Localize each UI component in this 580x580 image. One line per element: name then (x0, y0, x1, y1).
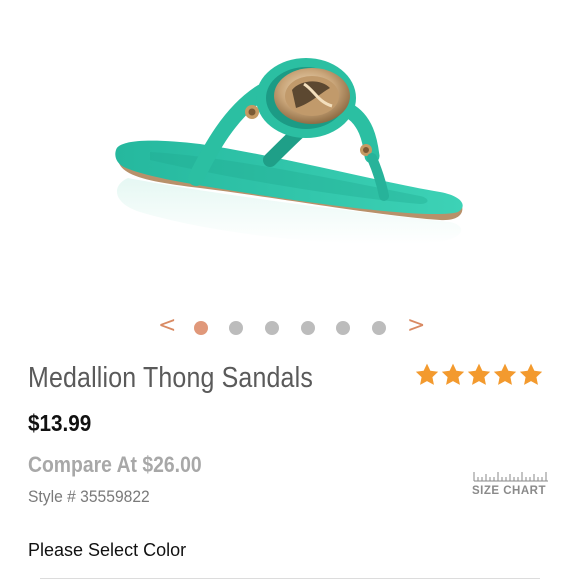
product-image[interactable] (0, 0, 580, 300)
carousel-dot[interactable] (336, 321, 350, 335)
sandal-illustration (115, 58, 463, 245)
carousel-dot[interactable] (229, 321, 243, 335)
star-rating[interactable] (414, 362, 544, 388)
star-icon (493, 363, 517, 385)
size-chart-link[interactable]: SIZE CHART (472, 470, 552, 500)
select-color-prompt: Please Select Color (28, 540, 187, 560)
carousel-dot[interactable] (372, 321, 386, 335)
star-icon (467, 363, 491, 385)
star-icon (415, 363, 439, 385)
chevron-left-icon[interactable]: < (158, 314, 176, 338)
product-title: Medallion Thong Sandals (28, 362, 313, 394)
divider (40, 578, 540, 579)
ruler-icon (473, 472, 548, 482)
chevron-right-icon[interactable]: > (407, 314, 425, 338)
image-carousel-nav: < > (0, 312, 580, 344)
size-chart-label: SIZE CHART (472, 485, 546, 497)
carousel-dot[interactable] (265, 321, 279, 335)
star-icon (441, 363, 465, 385)
product-price: $13.99 (28, 410, 92, 436)
carousel-dot[interactable] (194, 321, 208, 335)
carousel-dot[interactable] (301, 321, 315, 335)
compare-at-price: Compare At $26.00 (28, 452, 202, 477)
star-icon (519, 363, 543, 385)
style-number: Style # 35559822 (28, 487, 150, 506)
